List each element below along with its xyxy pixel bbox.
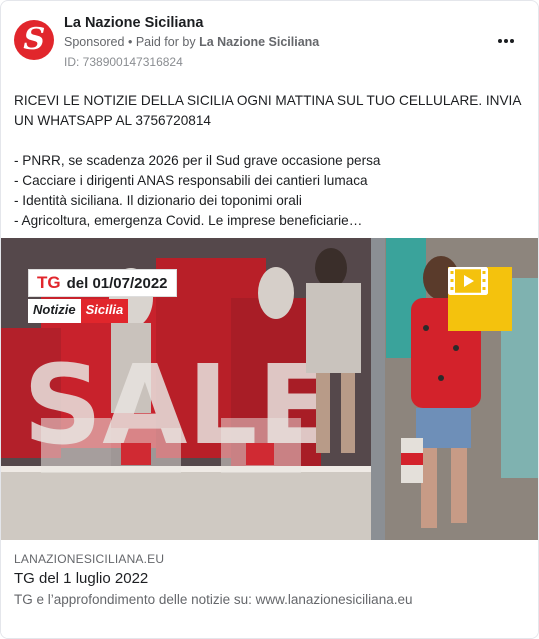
ad-card: S La Nazione Siciliana Sponsored • Paid … [0, 0, 539, 639]
tg-date-badge: TG del 01/07/2022 [28, 269, 177, 297]
sponsored-label: Sponsored [64, 35, 125, 49]
avatar-logo: S [19, 22, 49, 57]
sponsored-line: Sponsored • Paid for by La Nazione Sicil… [64, 35, 319, 49]
body-line: - Cacciare i dirigenti ANAS responsabili… [14, 173, 368, 188]
more-options-button[interactable] [494, 31, 518, 51]
body-line: - Agricoltura, emergenza Covid. Le impre… [14, 213, 363, 228]
brand-notizie: Notizie [28, 299, 81, 323]
notizie-sicilia-badge: Notizie Sicilia [28, 299, 129, 323]
separator-dot: • [127, 35, 136, 49]
video-play-icon[interactable] [448, 267, 512, 331]
ad-body-text: RICEVI LE NOTIZIE DELLA SICILIA OGNI MAT… [14, 91, 529, 231]
link-description: TG e l’approfondimento delle notizie su:… [14, 592, 413, 607]
video-thumbnail[interactable]: SALE TG del 01/07/2022 Notizie Sicilia [1, 238, 538, 540]
paid-for-name[interactable]: La Nazione Siciliana [199, 35, 319, 49]
link-domain: LANAZIONESICILIANA.EU [14, 552, 165, 566]
body-line: - PNRR, se scadenza 2026 per il Sud grav… [14, 153, 381, 168]
film-play-icon [448, 267, 488, 295]
link-title[interactable]: TG del 1 luglio 2022 [14, 570, 148, 587]
more-horizontal-icon-dot [510, 39, 514, 43]
link-preview[interactable]: LANAZIONESICILIANA.EU TG del 1 luglio 20… [1, 540, 538, 638]
brand-sicilia: Sicilia [80, 299, 129, 323]
paid-for-prefix: Paid for by [135, 35, 196, 49]
tg-label: TG [37, 273, 61, 292]
ad-id: ID: 738900147316824 [64, 55, 183, 69]
tg-date: del 01/07/2022 [66, 274, 168, 292]
body-line: - Identità siciliana. Il dizionario dei … [14, 193, 302, 208]
more-horizontal-icon-dot [504, 39, 508, 43]
page-avatar[interactable]: S [14, 20, 54, 60]
ad-header: S La Nazione Siciliana Sponsored • Paid … [1, 1, 538, 79]
more-horizontal-icon [498, 39, 502, 43]
body-line: RICEVI LE NOTIZIE DELLA SICILIA OGNI MAT… [14, 93, 521, 128]
page-name-link[interactable]: La Nazione Siciliana [64, 15, 203, 31]
